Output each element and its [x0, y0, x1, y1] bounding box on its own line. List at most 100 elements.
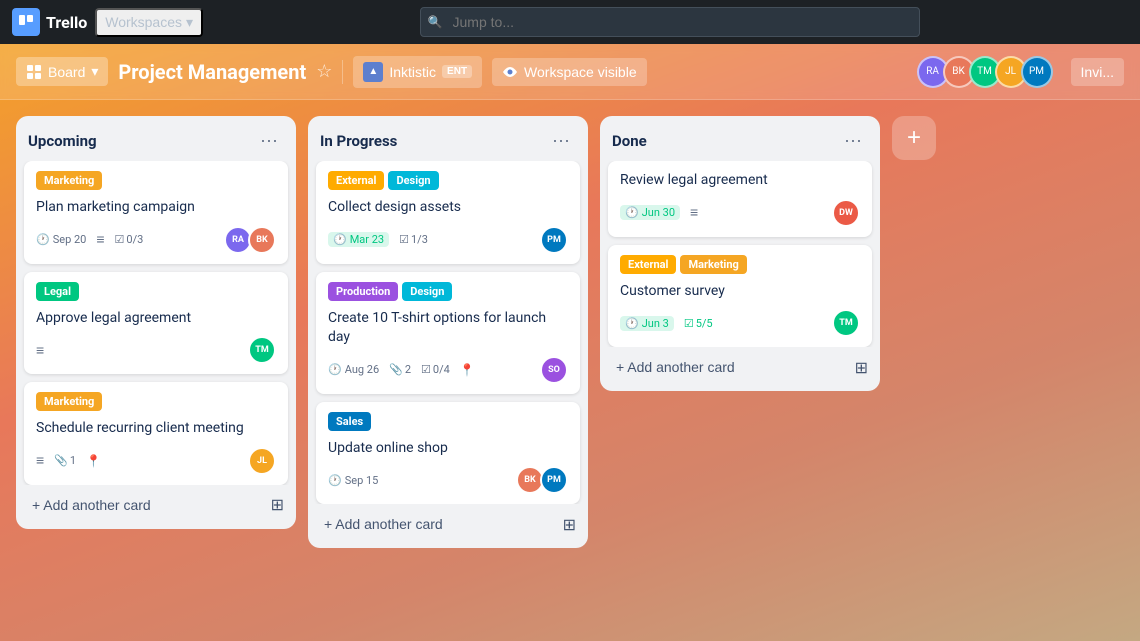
- assignee-avatar[interactable]: SO: [540, 356, 568, 384]
- column-done: Done···Review legal agreement🕐Jun 30≡DWE…: [600, 116, 880, 391]
- card[interactable]: ExternalDesignCollect design assets🕐Mar …: [316, 161, 580, 264]
- card-title: Update online shop: [328, 439, 568, 459]
- template-icon[interactable]: ⊞: [563, 515, 576, 534]
- card[interactable]: Review legal agreement🕐Jun 30≡DW: [608, 161, 872, 237]
- template-icon[interactable]: ⊞: [271, 495, 284, 514]
- workspaces-menu[interactable]: Workspaces ▾: [95, 8, 203, 37]
- card-title: Collect design assets: [328, 198, 568, 218]
- card-label: External: [328, 171, 384, 190]
- card-label: Marketing: [36, 171, 102, 190]
- card-labels: Marketing: [36, 171, 276, 190]
- ent-badge: ENT: [442, 65, 472, 78]
- add-card-button[interactable]: + Add another card: [320, 512, 447, 536]
- meta-item: 🕐Sep 20: [36, 233, 86, 246]
- card-label: Sales: [328, 412, 371, 431]
- trello-logo[interactable]: Trello: [12, 8, 87, 36]
- visibility-label: Workspace visible: [524, 64, 637, 80]
- add-card-button[interactable]: + Add another card: [28, 493, 155, 517]
- assignee-avatar[interactable]: BK: [248, 226, 276, 254]
- assignee-avatar[interactable]: TM: [832, 309, 860, 337]
- add-list-button[interactable]: +: [892, 116, 936, 160]
- column-menu-button[interactable]: ···: [838, 128, 868, 153]
- card-title: Customer survey: [620, 282, 860, 302]
- add-card-button[interactable]: + Add another card: [612, 355, 739, 379]
- meta-item: 🕐Jun 3: [620, 316, 674, 331]
- card[interactable]: Sales Update online shop 🕐Sep 15 BKPM: [316, 402, 580, 505]
- member-avatars: RA BK TM JL PM: [923, 56, 1053, 88]
- invite-button[interactable]: Invi...: [1071, 58, 1124, 86]
- workspace-name: Inktistic: [389, 64, 436, 80]
- add-card-row: + Add another card ⊞: [16, 485, 296, 529]
- card-meta: 🕐Sep 15: [328, 474, 378, 487]
- meta-location-icon: 📍: [86, 454, 101, 468]
- card-assignees: DW: [836, 199, 860, 227]
- card-label: Marketing: [680, 255, 746, 274]
- assignee-avatar[interactable]: TM: [248, 336, 276, 364]
- card-label: Legal: [36, 282, 79, 301]
- add-card-row: + Add another card ⊞: [600, 347, 880, 391]
- chevron-down-icon: ▾: [186, 14, 193, 31]
- column-header: Done ···: [600, 116, 880, 161]
- column-header: Upcoming ···: [16, 116, 296, 161]
- card-assignees: BKPM: [520, 466, 568, 494]
- card-assignees: PM: [544, 226, 568, 254]
- card-labels: ProductionDesign: [328, 282, 568, 301]
- visibility-button[interactable]: Workspace visible: [492, 58, 647, 86]
- card-footer: 🕐Aug 26📎2☑0/4📍 SO: [328, 356, 568, 384]
- assignee-avatar[interactable]: DW: [832, 199, 860, 227]
- column-cards: External Design Collect design assets 🕐Mar …: [308, 161, 588, 504]
- assignee-avatar[interactable]: JL: [248, 447, 276, 475]
- card-meta: ≡: [36, 342, 44, 359]
- card-meta: ≡ 📎1 📍: [36, 452, 101, 469]
- assignee-avatar[interactable]: PM: [540, 226, 568, 254]
- card[interactable]: ExternalMarketing Customer survey 🕐Jun 3☑5…: [608, 245, 872, 348]
- meta-item: 🕐Sep 15: [328, 474, 378, 487]
- card-label: Production: [328, 282, 398, 301]
- card-labels: ExternalMarketing: [620, 255, 860, 274]
- meta-item: 📎1: [54, 454, 76, 467]
- card-labels: Sales: [328, 412, 568, 431]
- card-title: Review legal agreement: [620, 171, 860, 191]
- meta-description-icon: ≡: [36, 452, 44, 469]
- add-card-row: + Add another card ⊞: [308, 504, 588, 548]
- meta-location-icon: 📍: [460, 363, 475, 377]
- meta-item: ☑1/3: [399, 233, 428, 246]
- column-cards: Review legal agreement🕐Jun 30≡DWExternal…: [600, 161, 880, 347]
- search-container: [420, 7, 920, 37]
- card-label: Design: [402, 282, 452, 301]
- column-cards: MarketingPlan marketing campaign🕐Sep 20≡…: [16, 161, 296, 485]
- card-footer: 🕐Mar 23☑1/3 PM: [328, 226, 568, 254]
- avatar[interactable]: PM: [1021, 56, 1053, 88]
- search-input[interactable]: [420, 7, 920, 37]
- meta-description-icon: ≡: [690, 204, 698, 221]
- header-divider: [342, 60, 343, 84]
- card[interactable]: MarketingPlan marketing campaign🕐Sep 20≡…: [24, 161, 288, 264]
- workspace-button[interactable]: ▲ Inktistic ENT: [353, 56, 482, 88]
- assignee-avatar[interactable]: PM: [540, 466, 568, 494]
- column-menu-button[interactable]: ···: [254, 128, 284, 153]
- card-footer: 🕐Sep 15 BKPM: [328, 466, 568, 494]
- card-assignees: TM: [836, 309, 860, 337]
- meta-item: 📎2: [389, 363, 411, 376]
- board-view-button[interactable]: Board ▾: [16, 57, 108, 86]
- column-header: In Progress ···: [308, 116, 588, 161]
- card-footer: ≡ TM: [36, 336, 276, 364]
- column-title: Done: [612, 132, 647, 150]
- column-menu-button[interactable]: ···: [546, 128, 576, 153]
- card[interactable]: ProductionDesignCreate 10 T-shirt option…: [316, 272, 580, 394]
- board-content: Upcoming ··· MarketingPlan marketing campa…: [0, 100, 1140, 641]
- card[interactable]: MarketingSchedule recurring client meeti…: [24, 382, 288, 485]
- card-meta: 🕐Jun 3☑5/5: [620, 316, 713, 331]
- card-meta: 🕐Aug 26📎2☑0/4📍: [328, 363, 475, 377]
- card-meta: 🕐Mar 23☑1/3: [328, 232, 428, 247]
- card[interactable]: LegalApprove legal agreement≡TM: [24, 272, 288, 375]
- card-footer: ≡ 📎1 📍 JL: [36, 447, 276, 475]
- template-icon[interactable]: ⊞: [855, 358, 868, 377]
- star-button[interactable]: ☆: [316, 61, 332, 82]
- trello-name: Trello: [46, 13, 87, 32]
- column-title: In Progress: [320, 132, 397, 150]
- column-title: Upcoming: [28, 132, 97, 150]
- top-navigation: Trello Workspaces ▾: [0, 0, 1140, 44]
- column-upcoming: Upcoming ··· MarketingPlan marketing campa…: [16, 116, 296, 529]
- meta-description-icon: ≡: [36, 342, 44, 359]
